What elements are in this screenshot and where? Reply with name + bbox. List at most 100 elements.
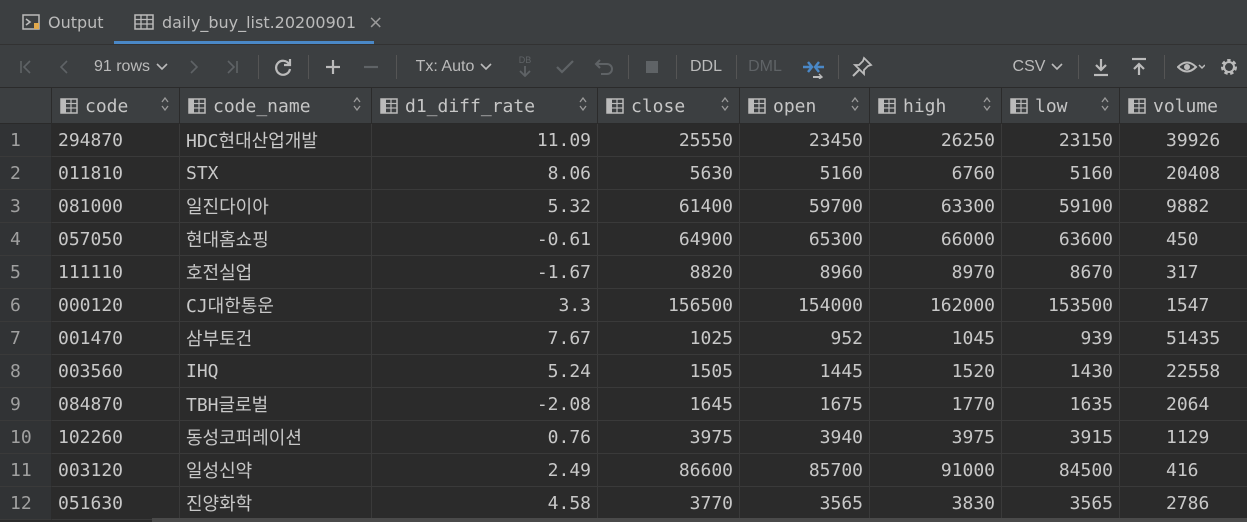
cell-open[interactable]: 154000: [740, 289, 870, 322]
cell-code-name[interactable]: 삼부토건: [180, 322, 372, 355]
sort-icon[interactable]: [983, 96, 991, 114]
sort-icon[interactable]: [353, 96, 361, 114]
tab-daily-buy-list[interactable]: daily_buy_list.20200901 ×: [114, 0, 383, 44]
cell-close[interactable]: 64900: [598, 223, 740, 256]
cell-d1-diff-rate[interactable]: 5.24: [372, 355, 598, 388]
cell-open[interactable]: 3565: [740, 487, 870, 520]
cell-high[interactable]: 1520: [870, 355, 1002, 388]
pin-icon[interactable]: [848, 45, 876, 88]
cell-high[interactable]: 1770: [870, 388, 1002, 421]
cell-close[interactable]: 1645: [598, 388, 740, 421]
cell-open[interactable]: 8960: [740, 256, 870, 289]
column-header-low[interactable]: low: [1002, 88, 1120, 124]
cell-code-name[interactable]: TBH글로벌: [180, 388, 372, 421]
cell-close[interactable]: 5630: [598, 157, 740, 190]
cell-code-name[interactable]: 진양화학: [180, 487, 372, 520]
cell-code-name[interactable]: CJ대한통운: [180, 289, 372, 322]
column-header-close[interactable]: close: [598, 88, 740, 124]
cell-volume[interactable]: 2786: [1120, 487, 1247, 520]
cell-d1-diff-rate[interactable]: -2.08: [372, 388, 598, 421]
cell-open[interactable]: 65300: [740, 223, 870, 256]
row-number[interactable]: 12: [0, 487, 52, 520]
cell-low[interactable]: 23150: [1002, 124, 1120, 157]
cell-code[interactable]: 003120: [52, 454, 180, 487]
sort-icon[interactable]: [161, 96, 169, 114]
cell-code-name[interactable]: 동성코퍼레이션: [180, 421, 372, 454]
horizontal-scrollbar[interactable]: [152, 518, 1247, 522]
cell-d1-diff-rate[interactable]: 7.67: [372, 322, 598, 355]
cell-low[interactable]: 84500: [1002, 454, 1120, 487]
table-row[interactable]: 4 057050 현대홈쇼핑 -0.61 64900 65300 66000 63600 450: [0, 223, 1247, 256]
close-icon[interactable]: ×: [368, 12, 383, 33]
cell-close[interactable]: 3975: [598, 421, 740, 454]
cell-volume[interactable]: 9882: [1120, 190, 1247, 223]
cell-high[interactable]: 8970: [870, 256, 1002, 289]
ddl-button[interactable]: DDL: [686, 45, 726, 88]
cell-volume[interactable]: 39926: [1120, 124, 1247, 157]
cell-code-name[interactable]: 현대홈쇼핑: [180, 223, 372, 256]
cell-close[interactable]: 86600: [598, 454, 740, 487]
cell-code-name[interactable]: IHQ: [180, 355, 372, 388]
cell-low[interactable]: 8670: [1002, 256, 1120, 289]
cell-d1-diff-rate[interactable]: 11.09: [372, 124, 598, 157]
cell-high[interactable]: 66000: [870, 223, 1002, 256]
view-options-icon[interactable]: [1174, 45, 1208, 88]
rollback-icon[interactable]: [590, 45, 616, 88]
row-number[interactable]: 10: [0, 421, 52, 454]
cell-code-name[interactable]: HDC현대산업개발: [180, 124, 372, 157]
cell-low[interactable]: 1430: [1002, 355, 1120, 388]
cell-d1-diff-rate[interactable]: -0.61: [372, 223, 598, 256]
cell-high[interactable]: 91000: [870, 454, 1002, 487]
cell-volume[interactable]: 317: [1120, 256, 1247, 289]
rows-count-dropdown[interactable]: 91 rows: [86, 45, 176, 88]
cell-open[interactable]: 59700: [740, 190, 870, 223]
cell-code[interactable]: 001470: [52, 322, 180, 355]
cell-low[interactable]: 3565: [1002, 487, 1120, 520]
first-page-icon[interactable]: [14, 45, 38, 88]
cell-open[interactable]: 1445: [740, 355, 870, 388]
cell-high[interactable]: 3830: [870, 487, 1002, 520]
add-row-icon[interactable]: [320, 45, 346, 88]
table-row[interactable]: 1 294870 HDC현대산업개발 11.09 25550 23450 26250 2315…: [0, 124, 1247, 157]
cell-high[interactable]: 6760: [870, 157, 1002, 190]
previous-page-icon[interactable]: [52, 45, 76, 88]
gear-icon[interactable]: [1214, 45, 1244, 88]
column-header-code-name[interactable]: code_name: [180, 88, 372, 124]
cell-d1-diff-rate[interactable]: 4.58: [372, 487, 598, 520]
transaction-mode-dropdown[interactable]: Tx: Auto: [408, 45, 500, 88]
cell-high[interactable]: 1045: [870, 322, 1002, 355]
cell-close[interactable]: 61400: [598, 190, 740, 223]
column-header-high[interactable]: high: [870, 88, 1002, 124]
sort-icon[interactable]: [1101, 96, 1109, 114]
column-header-d1-diff-rate[interactable]: d1_diff_rate: [372, 88, 598, 124]
cell-code-name[interactable]: STX: [180, 157, 372, 190]
cell-code[interactable]: 057050: [52, 223, 180, 256]
cell-open[interactable]: 5160: [740, 157, 870, 190]
cell-low[interactable]: 153500: [1002, 289, 1120, 322]
refresh-icon[interactable]: [270, 45, 296, 88]
tab-output[interactable]: Output: [22, 0, 104, 44]
dml-button[interactable]: DML: [744, 45, 786, 88]
sort-icon[interactable]: [579, 96, 587, 114]
cell-d1-diff-rate[interactable]: 3.3: [372, 289, 598, 322]
cell-d1-diff-rate[interactable]: 5.32: [372, 190, 598, 223]
commit-icon[interactable]: [552, 45, 578, 88]
cell-code[interactable]: 111110: [52, 256, 180, 289]
cell-volume[interactable]: 1129: [1120, 421, 1247, 454]
delete-row-icon[interactable]: [358, 45, 384, 88]
download-icon[interactable]: [1088, 45, 1114, 88]
cell-open[interactable]: 952: [740, 322, 870, 355]
table-row[interactable]: 3 081000 일진다이아 5.32 61400 59700 63300 59100 9882: [0, 190, 1247, 223]
row-number[interactable]: 7: [0, 322, 52, 355]
row-number[interactable]: 1: [0, 124, 52, 157]
row-number[interactable]: 6: [0, 289, 52, 322]
row-number[interactable]: 11: [0, 454, 52, 487]
cell-low[interactable]: 1635: [1002, 388, 1120, 421]
export-format-dropdown[interactable]: CSV: [1008, 45, 1068, 88]
cell-volume[interactable]: 1547: [1120, 289, 1247, 322]
cell-open[interactable]: 85700: [740, 454, 870, 487]
cell-close[interactable]: 1025: [598, 322, 740, 355]
cell-close[interactable]: 1505: [598, 355, 740, 388]
cell-code[interactable]: 000120: [52, 289, 180, 322]
cell-volume[interactable]: 2064: [1120, 388, 1247, 421]
